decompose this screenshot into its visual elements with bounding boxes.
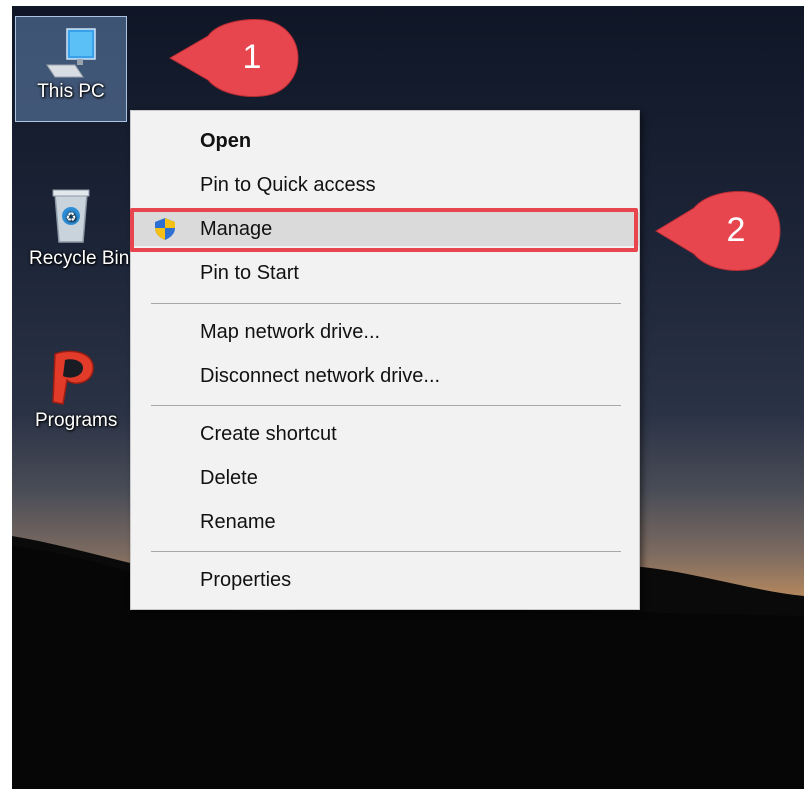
menu-item-pin-quick-access[interactable]: Pin to Quick access [131, 168, 639, 202]
desktop-icon-label: Recycle Bin [29, 248, 130, 269]
manage-highlight-box [130, 208, 638, 252]
desktop-icon-recycle-bin[interactable]: ♻ Recycle Bin [15, 186, 130, 292]
menu-item-properties[interactable]: Properties [131, 563, 639, 597]
desktop-icon-programs[interactable]: Programs [15, 346, 127, 452]
computer-icon [16, 17, 126, 81]
menu-item-map-network-drive[interactable]: Map network drive... [131, 315, 639, 349]
context-menu: Open Pin to Quick access Manage Pin to S… [130, 110, 640, 610]
callout-1-number: 1 [242, 38, 262, 76]
callout-1: 1 [168, 18, 300, 98]
svg-text:♻: ♻ [66, 210, 77, 224]
menu-item-delete[interactable]: Delete [131, 461, 639, 495]
recycle-bin-icon: ♻ [15, 186, 127, 248]
desktop-icon-this-pc[interactable]: This PC [15, 16, 127, 122]
menu-item-open[interactable]: Open [131, 124, 639, 158]
programs-icon [15, 346, 127, 410]
menu-item-create-shortcut[interactable]: Create shortcut [131, 417, 639, 451]
menu-separator [151, 303, 621, 304]
callout-2-number: 2 [726, 211, 746, 249]
menu-item-rename[interactable]: Rename [131, 505, 639, 539]
desktop-icon-label: This PC [37, 81, 105, 102]
desktop-icon-label: Programs [35, 410, 118, 431]
menu-item-disconnect-network-drive[interactable]: Disconnect network drive... [131, 359, 639, 393]
menu-item-pin-start[interactable]: Pin to Start [131, 256, 639, 290]
callout-2: 2 [654, 190, 782, 272]
menu-separator [151, 405, 621, 406]
menu-separator [151, 551, 621, 552]
